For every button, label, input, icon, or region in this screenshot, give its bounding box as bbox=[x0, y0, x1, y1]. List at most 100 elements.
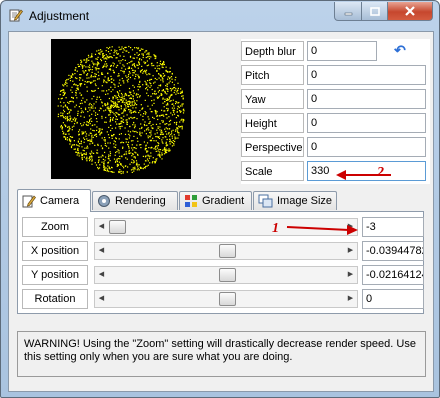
preview-point bbox=[83, 141, 85, 143]
x-position-input[interactable]: -0.0394478254 bbox=[362, 241, 424, 261]
maximize-icon bbox=[369, 6, 380, 16]
tab-camera[interactable]: Camera bbox=[17, 189, 91, 212]
preview-point bbox=[161, 120, 163, 122]
preview-point bbox=[111, 135, 113, 137]
preview-point bbox=[150, 125, 152, 127]
preview-point bbox=[75, 84, 77, 86]
tab-image-size[interactable]: Image Size bbox=[253, 191, 337, 210]
maximize-button[interactable] bbox=[361, 2, 388, 21]
preview-point bbox=[88, 56, 90, 58]
x-position-slider[interactable]: ◀ ▶ bbox=[94, 242, 358, 260]
preview-point bbox=[120, 164, 122, 166]
preview-point bbox=[124, 109, 126, 112]
preview-point bbox=[168, 71, 170, 73]
rotation-slider-thumb[interactable] bbox=[218, 292, 236, 306]
close-button[interactable] bbox=[387, 2, 433, 21]
preview-point bbox=[180, 91, 182, 93]
preview-point bbox=[170, 100, 172, 102]
preview-point bbox=[127, 130, 129, 132]
preview-point bbox=[162, 62, 164, 64]
rotation-input[interactable]: 0 bbox=[362, 289, 424, 309]
preview-point bbox=[95, 101, 97, 103]
scroll-left-icon[interactable]: ◀ bbox=[95, 267, 108, 283]
x-position-slider-thumb[interactable] bbox=[218, 244, 236, 258]
pitch-input[interactable]: 0 bbox=[307, 65, 426, 85]
zoom-slider-thumb[interactable] bbox=[109, 220, 126, 234]
preview-point bbox=[142, 115, 144, 117]
preview-point bbox=[140, 135, 142, 137]
preview-point bbox=[120, 92, 123, 95]
preview-point bbox=[116, 106, 118, 108]
preview-point bbox=[138, 83, 140, 86]
preview-point bbox=[73, 148, 75, 150]
y-position-slider[interactable]: ◀ ▶ bbox=[94, 266, 358, 284]
preview-point bbox=[146, 53, 148, 55]
scroll-right-icon[interactable]: ▶ bbox=[344, 243, 357, 259]
preview-point bbox=[114, 154, 116, 156]
title-bar[interactable]: Adjustment bbox=[1, 1, 439, 31]
scroll-left-icon[interactable]: ◀ bbox=[95, 219, 108, 235]
reset-undo-icon[interactable]: ↶ bbox=[391, 41, 409, 59]
preview-point bbox=[174, 138, 176, 140]
preview-point bbox=[91, 138, 93, 140]
preview-point bbox=[128, 67, 131, 69]
preview-point bbox=[109, 151, 111, 153]
depth-blur-input[interactable]: 0 bbox=[307, 41, 377, 61]
scroll-right-icon[interactable]: ▶ bbox=[344, 267, 357, 283]
preview-point bbox=[105, 58, 107, 60]
rotation-slider[interactable]: ◀ ▶ bbox=[94, 290, 358, 308]
zoom-input[interactable]: -3 bbox=[362, 217, 424, 237]
preview-point bbox=[166, 107, 168, 109]
preview-point bbox=[166, 103, 169, 105]
tab-rendering[interactable]: Rendering bbox=[92, 191, 178, 210]
preview-point bbox=[136, 93, 138, 95]
preview-point bbox=[133, 122, 135, 124]
preview-point bbox=[107, 78, 109, 80]
preview-point bbox=[74, 148, 76, 150]
preview-point bbox=[168, 124, 170, 126]
preview-point bbox=[128, 151, 130, 153]
y-position-input[interactable]: -0.0216412454 bbox=[362, 265, 424, 285]
scroll-left-icon[interactable]: ◀ bbox=[95, 291, 108, 307]
preview-point bbox=[108, 166, 110, 168]
preview-point bbox=[91, 71, 93, 73]
preview-point bbox=[173, 84, 175, 86]
preview-point bbox=[147, 89, 149, 91]
preview-point bbox=[112, 111, 114, 113]
preview-point bbox=[108, 147, 110, 149]
preview-point bbox=[91, 152, 93, 154]
preview-point bbox=[108, 57, 110, 59]
preview-point bbox=[168, 120, 171, 122]
preview-point bbox=[154, 90, 156, 93]
preview-point bbox=[166, 138, 168, 141]
preview-point bbox=[71, 76, 73, 78]
perspective-input[interactable]: 0 bbox=[307, 137, 426, 157]
minimize-button[interactable] bbox=[334, 2, 362, 21]
preview-point bbox=[154, 67, 156, 69]
preview-point bbox=[146, 158, 149, 160]
scroll-right-icon[interactable]: ▶ bbox=[344, 291, 357, 307]
preview-point bbox=[129, 102, 131, 104]
preview-point bbox=[132, 104, 134, 107]
preview-point bbox=[169, 139, 171, 141]
preview-point bbox=[180, 126, 182, 128]
height-input[interactable]: 0 bbox=[307, 113, 426, 133]
preview-point bbox=[132, 140, 134, 142]
property-row-depth-blur: Depth blur 0 ↶ bbox=[241, 41, 430, 63]
preview-point bbox=[157, 91, 159, 93]
scroll-left-icon[interactable]: ◀ bbox=[95, 243, 108, 259]
tab-rendering-label: Rendering bbox=[115, 195, 166, 207]
preview-point bbox=[166, 133, 168, 135]
preview-point bbox=[120, 106, 122, 108]
preview-point bbox=[136, 131, 138, 134]
preview-point bbox=[136, 104, 138, 106]
preview-point bbox=[66, 120, 68, 122]
preview-point bbox=[102, 52, 104, 55]
preview-point bbox=[110, 111, 112, 113]
yaw-input[interactable]: 0 bbox=[307, 89, 426, 109]
preview-point bbox=[157, 154, 159, 156]
preview-point bbox=[100, 145, 102, 147]
y-position-slider-thumb[interactable] bbox=[218, 268, 236, 282]
tab-gradient[interactable]: Gradient bbox=[179, 191, 252, 210]
preview-point bbox=[127, 101, 129, 103]
